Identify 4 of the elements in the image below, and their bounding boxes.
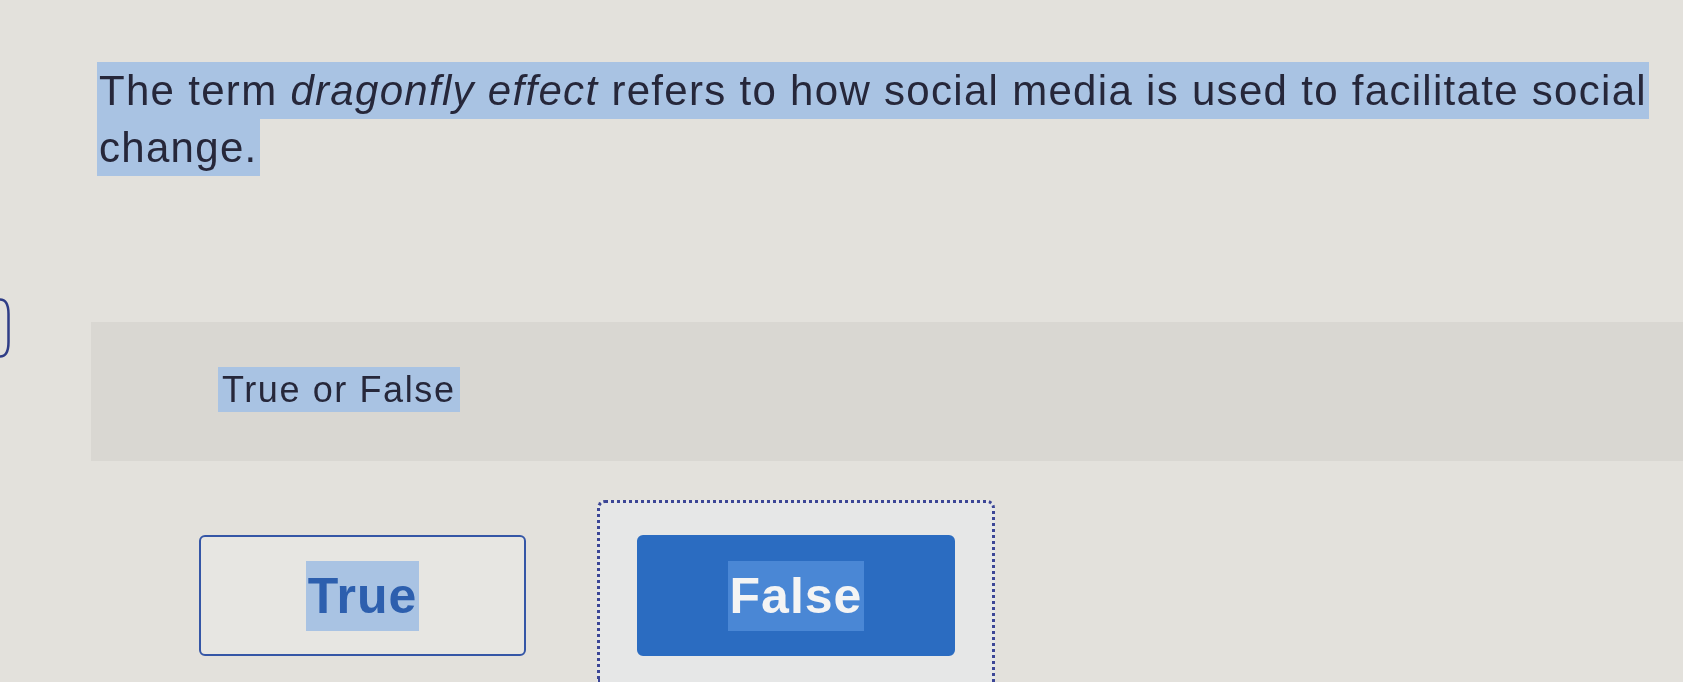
answer-option-button[interactable]: False — [637, 535, 955, 656]
arc-icon — [0, 298, 10, 358]
prompt-text: True or False — [218, 367, 460, 412]
answer-option-button[interactable]: True — [199, 535, 526, 656]
